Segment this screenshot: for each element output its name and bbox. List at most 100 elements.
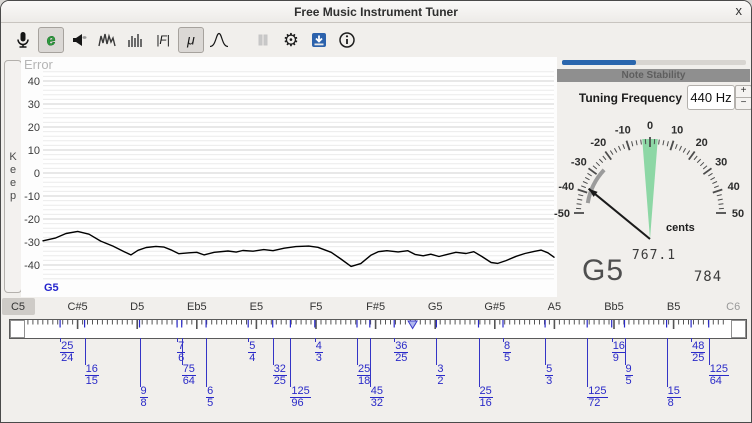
about-info-button[interactable] <box>334 27 360 53</box>
fraction-label-48-25: 4825 <box>691 341 705 364</box>
fraction-marker-line <box>140 338 141 387</box>
save-capture-button[interactable] <box>306 27 332 53</box>
close-button[interactable]: x <box>736 3 743 19</box>
fraction-marker-line <box>290 338 291 387</box>
svg-text:-30: -30 <box>571 156 587 168</box>
ruler-ticks <box>10 320 744 336</box>
fraction-label-15-8: 158 <box>667 386 681 409</box>
svg-text:-40: -40 <box>558 181 574 193</box>
note-stability-header: Note Stability <box>557 69 750 82</box>
svg-text:-20: -20 <box>24 214 40 226</box>
fraction-label-5-3: 53 <box>545 364 553 387</box>
fraction-label-125-64: 12564 <box>709 364 729 387</box>
microphone-button[interactable] <box>10 27 36 53</box>
fraction-label-5-4: 54 <box>248 341 256 364</box>
note-label-A5: A5 <box>548 301 561 313</box>
note-stability-panel: Note Stability Tuning Frequency 440 Hz +… <box>554 57 752 297</box>
svg-text:40: 40 <box>28 76 40 88</box>
info-icon <box>337 30 357 50</box>
note-ruler-strip[interactable] <box>9 319 747 339</box>
fraction-label-4-3: 43 <box>315 341 323 364</box>
settings-button[interactable]: ⚙ <box>278 27 304 53</box>
window-title: Free Music Instrument Tuner <box>294 5 458 19</box>
harmonics-histogram-button[interactable] <box>122 27 148 53</box>
fmit-tuner-logo-button[interactable]: e <box>38 27 64 53</box>
svg-text:20: 20 <box>696 137 708 149</box>
svg-text:G5: G5 <box>44 282 59 294</box>
note-label-F#5: F#5 <box>366 301 385 313</box>
svg-text:Error: Error <box>24 57 54 72</box>
fraction-marker-line <box>370 338 371 387</box>
histogram-icon <box>125 30 145 50</box>
waveform-view-button[interactable] <box>94 27 120 53</box>
svg-text:|F|: |F| <box>156 33 170 47</box>
svg-text:-30: -30 <box>24 237 40 249</box>
note-label-Bb5: Bb5 <box>604 301 624 313</box>
waveform-icon <box>97 30 117 50</box>
note-label-C5: C5 <box>11 301 25 313</box>
tuning-frequency-decrement-button[interactable]: − <box>736 98 751 109</box>
fraction-label-9-8: 98 <box>140 386 148 409</box>
detected-note-readout: G5 <box>582 254 624 288</box>
svg-text:0: 0 <box>647 120 653 132</box>
svg-text:0: 0 <box>34 168 40 180</box>
fmit-window: Free Music Instrument Tuner x e <box>0 0 752 423</box>
fraction-marker-line <box>625 338 626 365</box>
microphone-icon <box>13 30 33 50</box>
svg-text:-40: -40 <box>24 260 40 272</box>
fraction-marker-line <box>85 338 86 365</box>
note-label-G#5: G#5 <box>484 301 505 313</box>
fraction-marker-line <box>182 338 183 365</box>
note-label-G5: G5 <box>428 301 443 313</box>
svg-text:30: 30 <box>28 99 40 111</box>
tuning-frequency-stepper: + − <box>735 85 752 110</box>
fraction-marker-line <box>479 338 480 387</box>
fraction-label-25-16: 2516 <box>479 386 493 409</box>
error-chart-canvas: 403020100-10-20-30-40ErrorG5 <box>21 57 557 297</box>
pitch-marker-triangle <box>408 321 417 329</box>
svg-text:-50: -50 <box>554 208 570 220</box>
fraction-marker-line <box>436 338 437 365</box>
note-label-B5: B5 <box>667 301 680 313</box>
svg-text:20: 20 <box>28 122 40 134</box>
speaker-icon <box>69 30 89 50</box>
save-icon <box>309 30 329 50</box>
gear-icon: ⚙ <box>280 29 302 51</box>
pause-icon <box>253 30 273 50</box>
fraction-label-32-25: 3225 <box>273 364 287 387</box>
pause-button[interactable] <box>250 27 276 53</box>
svg-text:-10: -10 <box>615 124 631 136</box>
fourier-transform-button[interactable]: |F| <box>150 27 176 53</box>
stability-progress-fill <box>562 60 636 65</box>
fraction-label-8-5: 85 <box>503 341 511 364</box>
error-chart: 403020100-10-20-30-40ErrorG5 <box>21 57 557 297</box>
svg-text:-20: -20 <box>590 137 606 149</box>
gaussian-view-button[interactable] <box>206 27 232 53</box>
svg-text:10: 10 <box>671 124 683 136</box>
mu-icon: μ <box>181 30 201 50</box>
cents-gauge: -50-40-30-20-1001020304050cents <box>554 109 752 245</box>
svg-text:30: 30 <box>715 156 727 168</box>
fraction-label-36-25: 3625 <box>394 341 408 364</box>
fraction-label-75-64: 7564 <box>182 364 196 387</box>
fraction-label-45-32: 4532 <box>370 386 384 409</box>
svg-text:cents: cents <box>666 222 695 234</box>
note-label-D5: D5 <box>130 301 144 313</box>
svg-text:μ: μ <box>186 31 195 47</box>
fraction-marker-line <box>357 338 358 365</box>
note-label-F5: F5 <box>310 301 323 313</box>
tuning-frequency-value[interactable]: 440 Hz <box>687 85 735 110</box>
playback-speaker-button[interactable] <box>66 27 92 53</box>
note-label-C6: C6 <box>726 301 740 313</box>
svg-text:-10: -10 <box>24 191 40 203</box>
fft-icon: |F| <box>152 30 174 50</box>
statistics-view-button[interactable]: μ <box>178 27 204 53</box>
note-label-C#5: C#5 <box>68 301 88 313</box>
fraction-marker-line <box>587 338 588 387</box>
fraction-label-25-24: 2524 <box>60 341 74 364</box>
note-label-Eb5: Eb5 <box>187 301 207 313</box>
svg-text:e: e <box>45 31 57 49</box>
keep-button[interactable]: Keep <box>4 60 22 293</box>
bell-curve-icon <box>208 30 230 50</box>
fraction-label-125-72: 12572 <box>587 386 607 409</box>
